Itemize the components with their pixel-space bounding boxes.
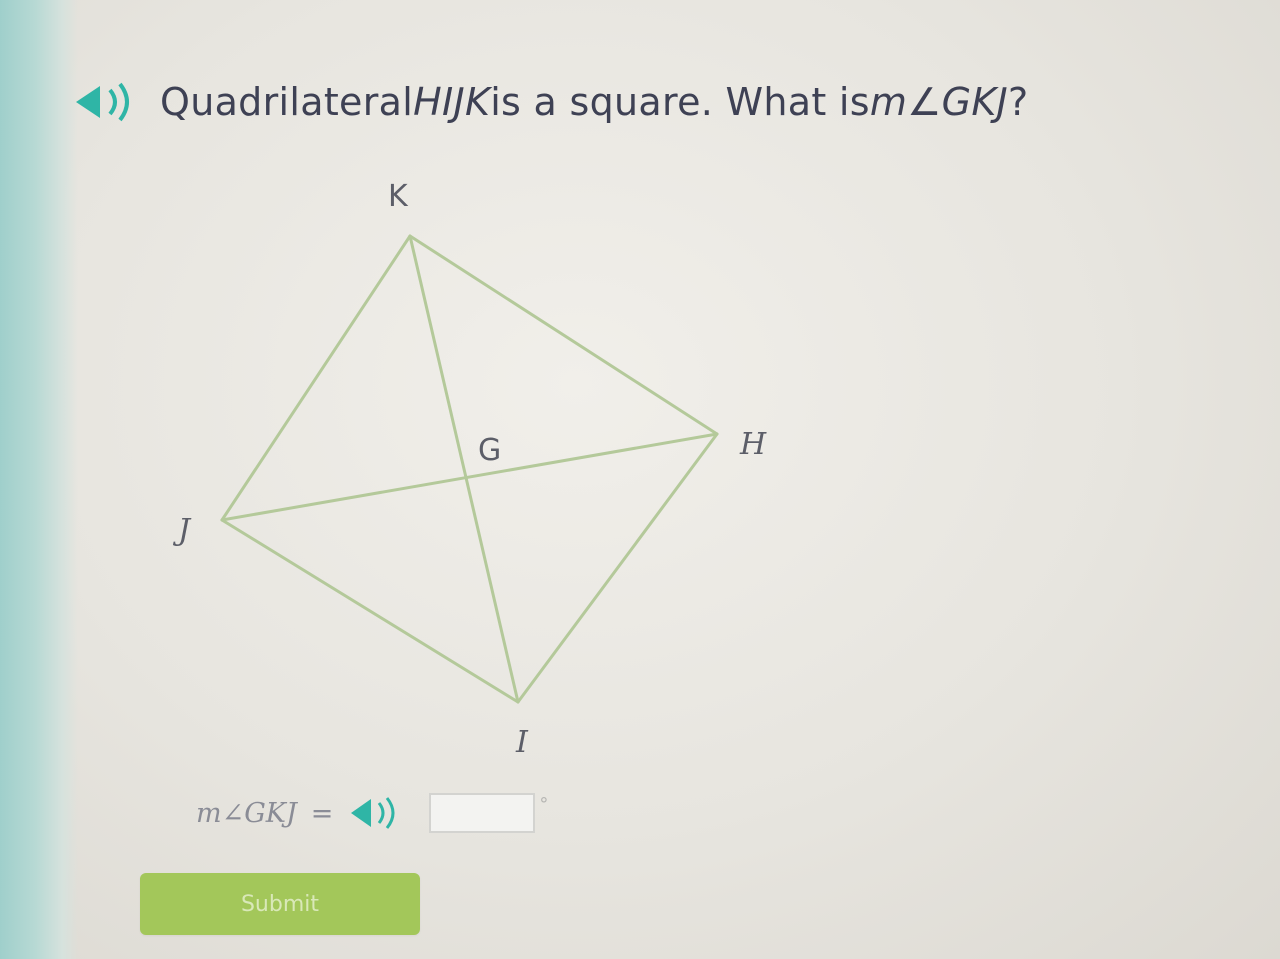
vertex-label-H: H [739, 427, 767, 462]
center-label-G: G [478, 433, 501, 468]
page: Quadrilateral HIJK is a square. What is … [0, 0, 1280, 959]
speaker-icon[interactable] [347, 795, 405, 831]
vertex-label-I: I [515, 725, 529, 760]
diagonal-JH [220, 432, 719, 522]
degree-symbol: ° [539, 794, 549, 815]
angle-answer-input[interactable] [429, 793, 536, 833]
square-diagram: K H J I G [172, 179, 767, 760]
answer-label: m∠GKJ [196, 797, 297, 829]
submit-button[interactable]: Submit [140, 873, 420, 935]
side-KH [408, 234, 719, 436]
side-IJ [220, 518, 520, 704]
answer-equals: = [310, 797, 334, 829]
diagonal-KI [408, 234, 520, 704]
vertex-label-K: K [388, 179, 409, 214]
side-HI [516, 432, 719, 704]
vertex-label-J: J [172, 513, 192, 548]
answer-row: m∠GKJ = ° [196, 786, 548, 840]
side-JK [220, 234, 412, 522]
